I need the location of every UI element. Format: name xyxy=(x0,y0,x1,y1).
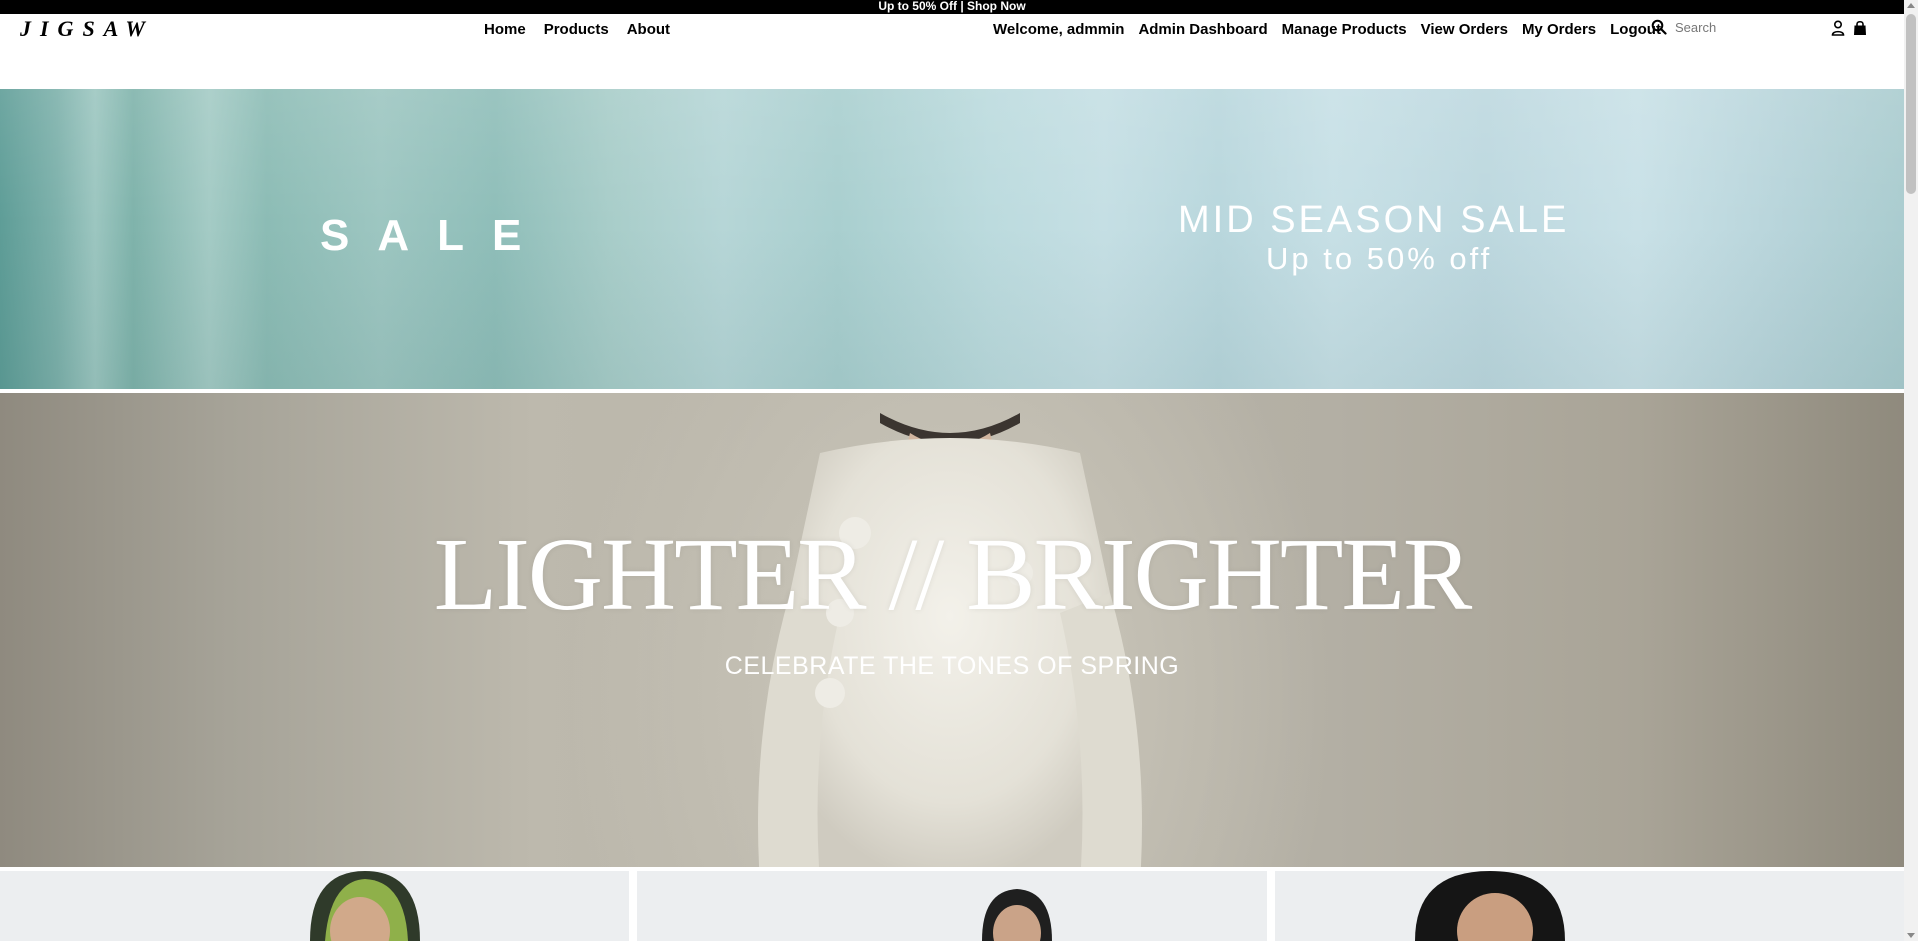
sale-banner-title: MID SEASON SALE xyxy=(1178,199,1570,241)
primary-nav: Home Products About xyxy=(484,21,670,38)
product-tiles xyxy=(0,871,1904,941)
nav-my-orders[interactable]: My Orders xyxy=(1522,21,1596,38)
nav-manage-products[interactable]: Manage Products xyxy=(1282,21,1407,38)
nav-about[interactable]: About xyxy=(627,21,670,38)
site-header: JIGSAW Home Products About Welcome, admm… xyxy=(0,14,1904,89)
product-tile[interactable] xyxy=(1274,871,1904,941)
header-icons xyxy=(1831,20,1867,36)
announcement-link[interactable]: Up to 50% Off | Shop Now xyxy=(878,0,1025,13)
bag-icon[interactable] xyxy=(1853,20,1867,36)
hero-subtitle: CELEBRATE THE TONES OF SPRING xyxy=(724,652,1180,680)
site-logo[interactable]: JIGSAW xyxy=(20,16,154,42)
nav-view-orders[interactable]: View Orders xyxy=(1421,21,1508,38)
nav-admin-dashboard[interactable]: Admin Dashboard xyxy=(1138,21,1267,38)
hero-banner[interactable]: LIGHTER // BRIGHTER CELEBRATE THE TONES … xyxy=(0,393,1904,867)
model-image xyxy=(1414,871,1565,941)
model-image xyxy=(310,871,420,941)
scroll-down-arrow-icon[interactable] xyxy=(1907,933,1915,938)
hero-title: LIGHTER // BRIGHTER xyxy=(433,517,1473,632)
model-image xyxy=(982,889,1053,941)
nav-home[interactable]: Home xyxy=(484,21,526,38)
page-scrollbar[interactable] xyxy=(1904,0,1918,941)
scroll-up-arrow-icon[interactable] xyxy=(1907,3,1915,8)
user-icon[interactable] xyxy=(1831,20,1845,36)
nav-products[interactable]: Products xyxy=(544,21,609,38)
sale-heading: SALE xyxy=(320,211,550,260)
model-figure-image xyxy=(758,413,1142,867)
search-icon[interactable] xyxy=(1651,19,1667,35)
product-tile[interactable] xyxy=(637,871,1267,941)
announcement-bar: Up to 50% Off | Shop Now xyxy=(0,0,1904,14)
welcome-text: Welcome, admmin xyxy=(993,21,1125,38)
search-input[interactable] xyxy=(1675,19,1795,35)
sale-banner[interactable]: SALE MID SEASON SALE Up to 50% off xyxy=(0,89,1904,389)
scroll-thumb[interactable] xyxy=(1906,14,1916,194)
account-nav: Welcome, admmin Admin Dashboard Manage P… xyxy=(993,21,1661,38)
product-tile[interactable] xyxy=(0,871,630,941)
search-box xyxy=(1651,16,1801,38)
sale-banner-subtitle: Up to 50% off xyxy=(1266,241,1493,276)
